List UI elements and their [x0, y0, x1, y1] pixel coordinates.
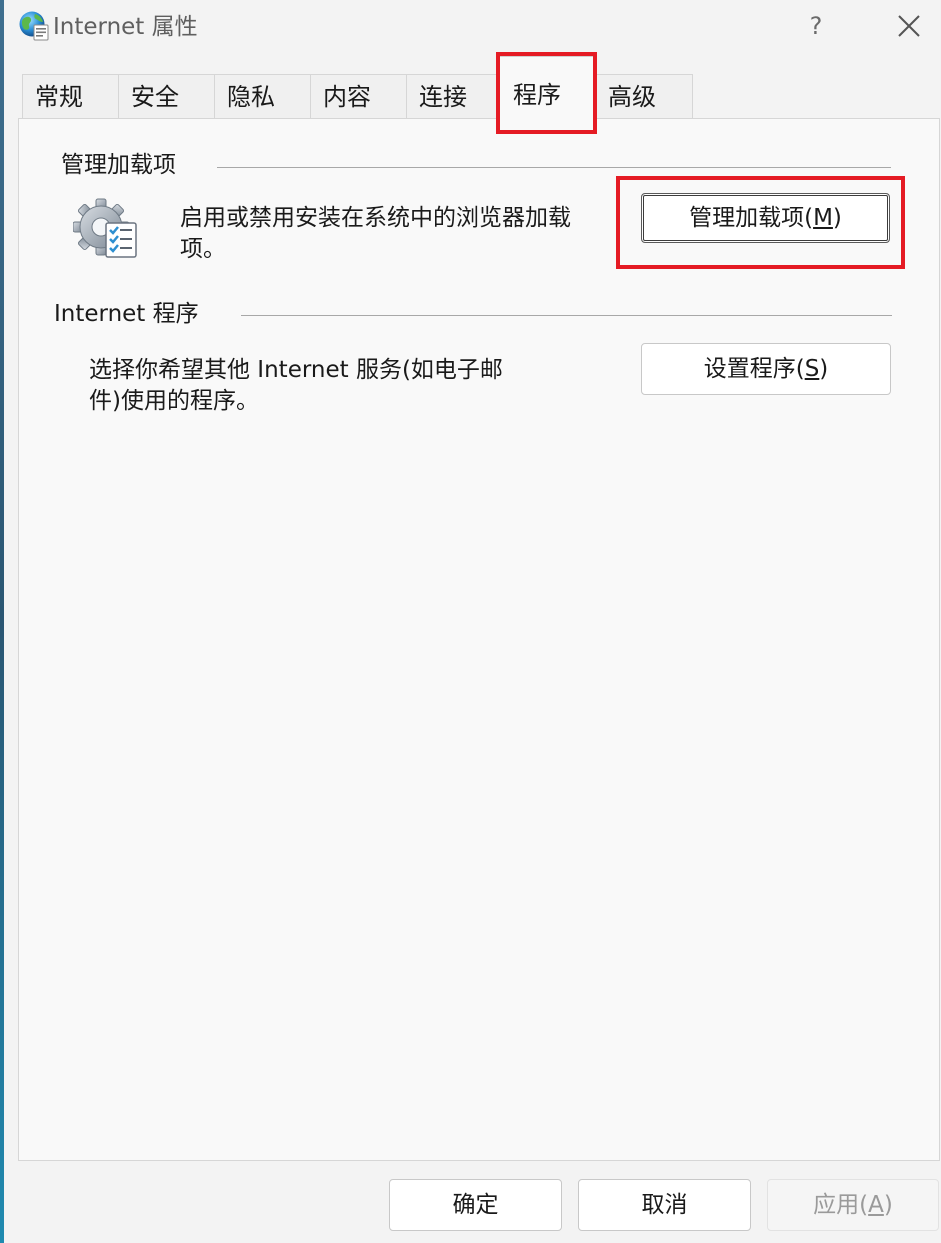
button-label: 应用( [813, 1192, 869, 1218]
tab-label: 内容 [323, 83, 371, 111]
apply-button[interactable]: 应用(A) [767, 1179, 939, 1231]
addons-description: 启用或禁用安装在系统中的浏览器加载 项。 [180, 203, 620, 265]
button-label: ) [883, 1192, 893, 1218]
programs-tab-panel: 管理加载项 启用或禁用安装在系统中的浏览器加载 项。 管理加载项(M) Inte… [18, 118, 940, 1161]
tab-label: 连接 [419, 83, 467, 111]
programs-description-line: 选择你希望其他 Internet 服务(如电子邮 [89, 357, 503, 383]
gear-checklist-icon [73, 198, 137, 258]
tab-label: 隐私 [227, 83, 275, 111]
programs-description: 选择你希望其他 Internet 服务(如电子邮 件)使用的程序。 [89, 355, 569, 417]
button-mnemonic: A [868, 1192, 884, 1218]
addons-description-line: 启用或禁用安装在系统中的浏览器加载 [180, 205, 571, 231]
programs-group-title: Internet 程序 [54, 299, 207, 329]
addons-group-divider [217, 167, 891, 168]
tab-strip: 常规 安全 隐私 内容 连接 程序 高级 [4, 0, 941, 120]
programs-description-line: 件)使用的程序。 [89, 388, 259, 414]
tab-label: 安全 [131, 83, 179, 111]
addons-group-title: 管理加载项 [61, 150, 184, 180]
manage-addons-button[interactable]: 管理加载项(M) [641, 193, 890, 243]
button-label: 管理加载项( [689, 205, 814, 231]
tab-advanced[interactable]: 高级 [595, 74, 693, 118]
button-label: 设置程序( [703, 356, 805, 382]
programs-group-divider [241, 315, 892, 316]
tab-label: 程序 [513, 81, 561, 109]
internet-properties-dialog: Internet 属性 ? 常规 安全 隐私 内容 连接 程序 高级 管理加载项 [4, 0, 941, 1243]
button-mnemonic: S [804, 356, 820, 382]
button-label: ) [819, 356, 829, 382]
tab-content[interactable]: 内容 [310, 74, 407, 118]
tab-privacy[interactable]: 隐私 [214, 74, 311, 118]
addons-description-line: 项。 [180, 236, 226, 262]
button-label: ) [832, 205, 842, 231]
ok-button[interactable]: 确定 [389, 1179, 562, 1231]
tab-programs[interactable]: 程序 [498, 56, 596, 120]
cancel-button[interactable]: 取消 [578, 1179, 751, 1231]
tab-connections[interactable]: 连接 [406, 74, 499, 118]
tab-label: 常规 [35, 83, 83, 111]
tab-general[interactable]: 常规 [22, 74, 119, 118]
button-mnemonic: M [813, 205, 833, 231]
set-programs-button[interactable]: 设置程序(S) [641, 343, 891, 395]
tab-label: 高级 [608, 83, 656, 111]
tab-security[interactable]: 安全 [118, 74, 215, 118]
